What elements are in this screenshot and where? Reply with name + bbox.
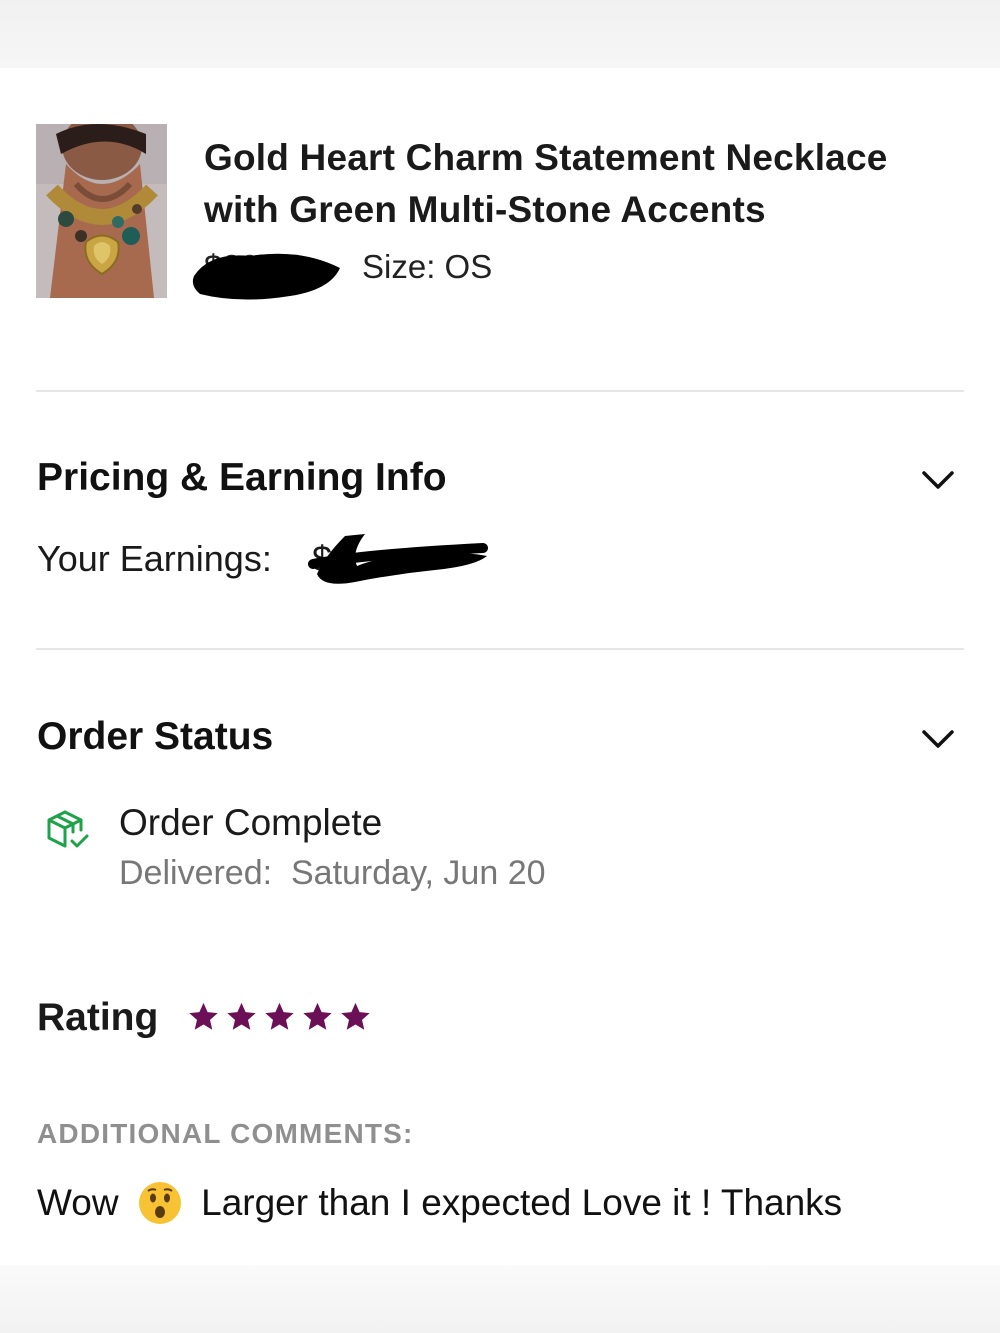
price-redaction-scribble xyxy=(192,253,340,300)
earnings-label: Your Earnings: xyxy=(37,538,272,579)
product-title[interactable]: Gold Heart Charm Statement Necklace with… xyxy=(204,132,964,236)
product-title-line-2: with Green Multi-Stone Accents xyxy=(204,189,766,230)
rating-title: Rating xyxy=(37,996,159,1039)
comment-text-start: Wow xyxy=(37,1182,119,1224)
top-bar xyxy=(0,0,1000,68)
package-check-icon xyxy=(47,810,89,848)
delivered-row: Delivered: Saturday, Jun 20 xyxy=(119,854,546,893)
star-icon xyxy=(189,1002,218,1030)
star-icon xyxy=(303,1002,332,1030)
product-title-line-1: Gold Heart Charm Statement Necklace xyxy=(204,137,888,178)
delivered-date: Saturday, Jun 20 xyxy=(290,854,546,892)
necklace-product-photo xyxy=(36,124,167,298)
earnings-row: Your Earnings: $ xyxy=(37,534,637,588)
comment-text-end: Larger than I expected Love it ! Thanks xyxy=(201,1182,843,1224)
product-size: Size: OS xyxy=(362,248,493,285)
product-image[interactable] xyxy=(36,124,167,298)
bottom-bar xyxy=(0,1265,1000,1333)
order-status-text: Order Complete xyxy=(119,802,383,843)
delivered-label: Delivered: xyxy=(119,854,273,892)
star-icon xyxy=(227,1002,256,1030)
divider xyxy=(36,390,964,392)
rating-stars xyxy=(186,1000,373,1036)
star-icon xyxy=(341,1002,370,1030)
divider xyxy=(36,648,964,650)
star-icon xyxy=(265,1002,294,1030)
pricing-section-title[interactable]: Pricing & Earning Info xyxy=(37,456,447,500)
chevron-down-icon[interactable] xyxy=(918,465,958,495)
earnings-redaction-scribble xyxy=(308,534,488,584)
order-status-section-title[interactable]: Order Status xyxy=(37,715,273,759)
comment-text: Wow Larger than I expected Love it ! Tha… xyxy=(37,1180,842,1226)
surprised-face-emoji xyxy=(138,1182,181,1225)
chevron-down-icon[interactable] xyxy=(918,724,958,754)
additional-comments-label: ADDITIONAL COMMENTS: xyxy=(37,1118,414,1149)
price-size-row: $29.00 Size: OS xyxy=(192,246,804,300)
